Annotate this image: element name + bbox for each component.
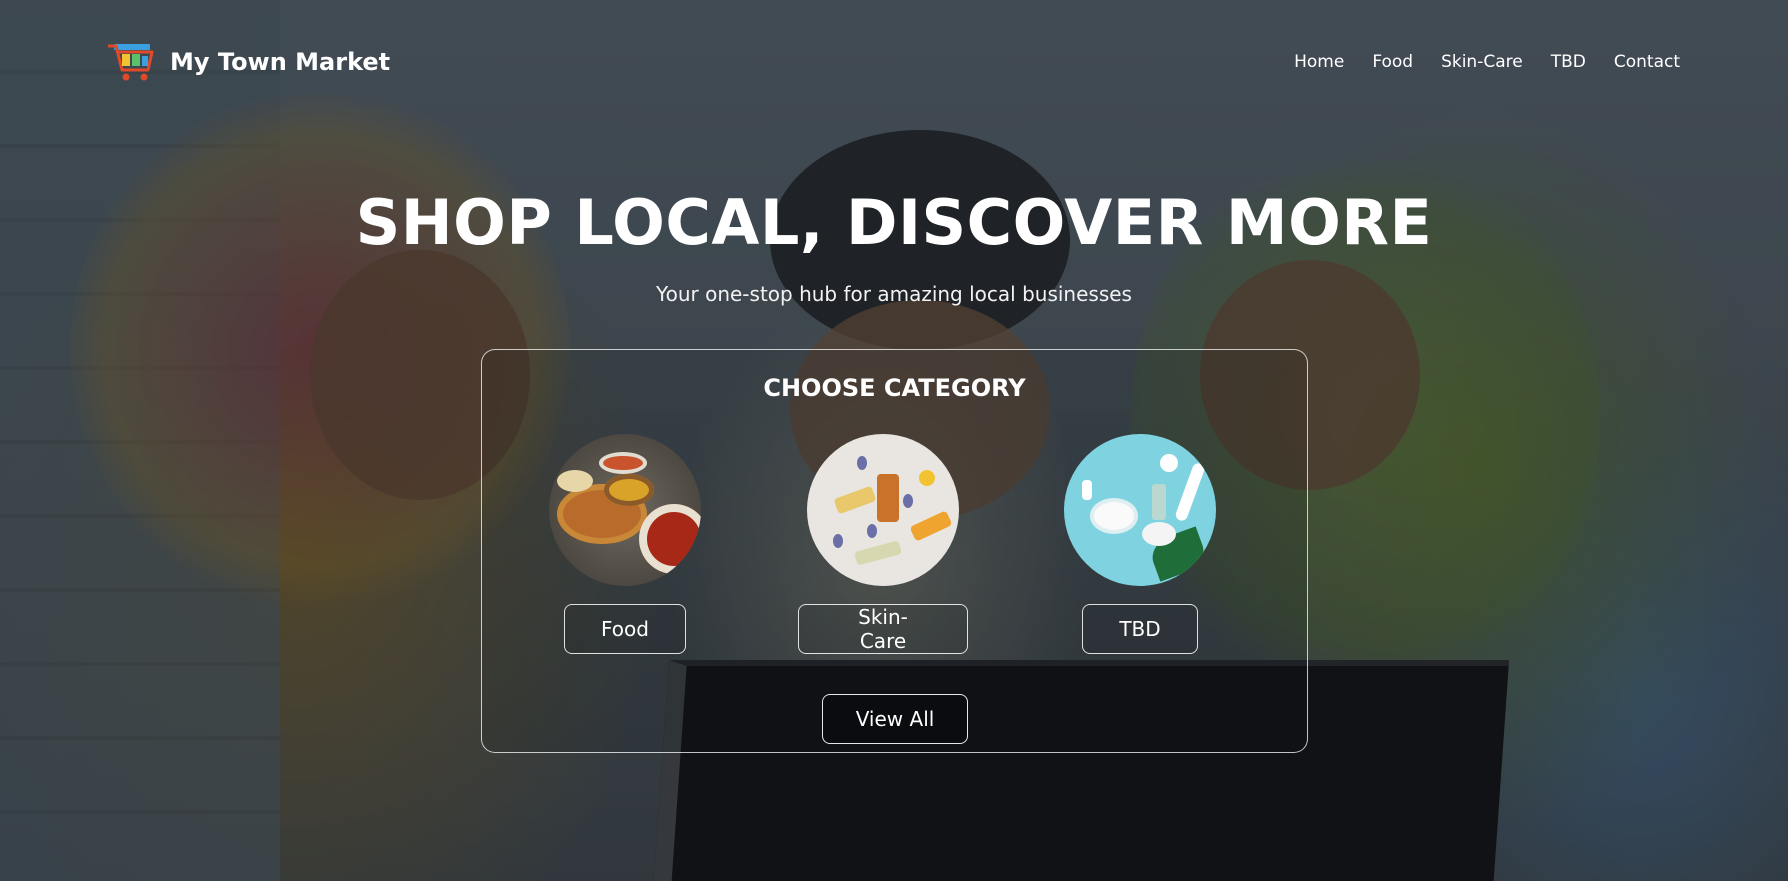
nav-item-skin-care[interactable]: Skin-Care	[1441, 52, 1523, 72]
brand-name: My Town Market	[170, 48, 391, 76]
hero-title: SHOP LOCAL, DISCOVER MORE	[355, 186, 1433, 259]
category-card-skin-care: Skin-Care	[798, 434, 968, 654]
nav-item-food[interactable]: Food	[1372, 52, 1413, 72]
site-header: My Town Market Home Food Skin-Care TBD C…	[104, 40, 1680, 84]
category-panel-title: CHOOSE CATEGORY	[763, 374, 1026, 402]
tbd-image[interactable]	[1064, 434, 1216, 586]
category-panel: CHOOSE CATEGORY Food Skin-Care TBD View …	[481, 349, 1308, 753]
category-card-tbd: TBD	[1055, 434, 1225, 654]
nav-item-tbd[interactable]: TBD	[1551, 52, 1586, 72]
brand[interactable]: My Town Market	[104, 40, 390, 84]
nav-item-home[interactable]: Home	[1294, 52, 1344, 72]
skin-care-category-button[interactable]: Skin-Care	[798, 604, 968, 654]
main-nav: Home Food Skin-Care TBD Contact	[1294, 52, 1680, 72]
food-category-button[interactable]: Food	[564, 604, 686, 654]
skincare-image[interactable]	[807, 434, 959, 586]
category-card-food: Food	[540, 434, 710, 654]
view-all-button[interactable]: View All	[822, 694, 968, 744]
tbd-category-button[interactable]: TBD	[1082, 604, 1198, 654]
food-image[interactable]	[549, 434, 701, 586]
hero-subtitle: Your one-stop hub for amazing local busi…	[656, 282, 1132, 306]
shopping-cart-icon	[108, 44, 154, 81]
nav-item-contact[interactable]: Contact	[1614, 52, 1680, 72]
